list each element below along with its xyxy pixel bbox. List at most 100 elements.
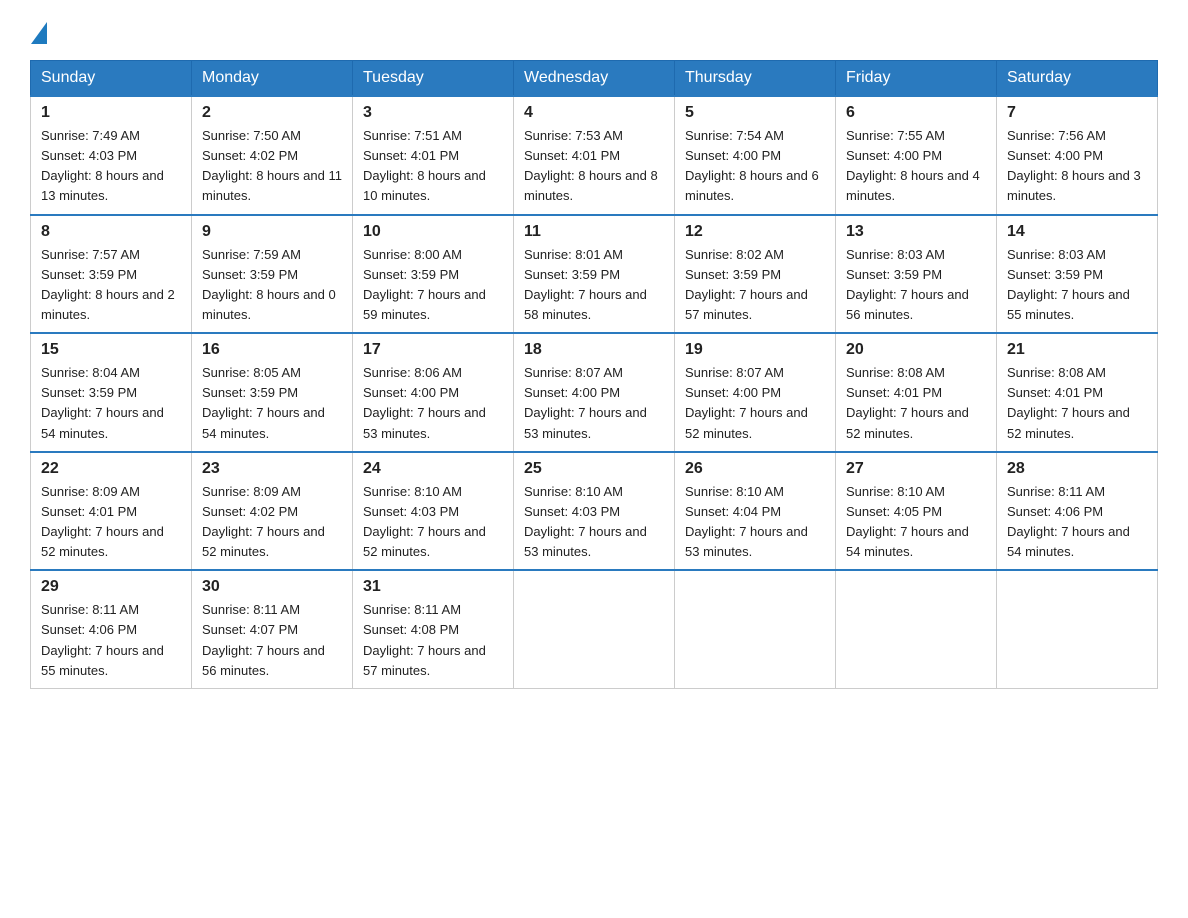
day-number: 14: [1007, 223, 1147, 241]
day-cell: 2 Sunrise: 7:50 AMSunset: 4:02 PMDaylight…: [192, 96, 353, 215]
day-cell: 9 Sunrise: 7:59 AMSunset: 3:59 PMDaylight…: [192, 215, 353, 334]
day-cell: 21 Sunrise: 8:08 AMSunset: 4:01 PMDayligh…: [997, 333, 1158, 452]
day-number: 1: [41, 104, 181, 122]
day-info: Sunrise: 8:08 AMSunset: 4:01 PMDaylight:…: [1007, 363, 1147, 444]
day-number: 3: [363, 104, 503, 122]
day-info: Sunrise: 7:55 AMSunset: 4:00 PMDaylight:…: [846, 126, 986, 207]
day-cell: 6Sunrise: 7:55 AMSunset: 4:00 PMDaylight…: [836, 96, 997, 215]
day-cell: 24 Sunrise: 8:10 AMSunset: 4:03 PMDayligh…: [353, 452, 514, 571]
day-info: Sunrise: 8:03 AMSunset: 3:59 PMDaylight:…: [846, 245, 986, 326]
day-info: Sunrise: 8:07 AMSunset: 4:00 PMDaylight:…: [685, 363, 825, 444]
header-cell-friday: Friday: [836, 61, 997, 97]
day-cell: 27 Sunrise: 8:10 AMSunset: 4:05 PMDayligh…: [836, 452, 997, 571]
day-cell: 13 Sunrise: 8:03 AMSunset: 3:59 PMDayligh…: [836, 215, 997, 334]
header-cell-sunday: Sunday: [31, 61, 192, 97]
day-cell: 18 Sunrise: 8:07 AMSunset: 4:00 PMDayligh…: [514, 333, 675, 452]
day-info: Sunrise: 8:10 AMSunset: 4:03 PMDaylight:…: [524, 482, 664, 563]
day-info: Sunrise: 8:03 AMSunset: 3:59 PMDaylight:…: [1007, 245, 1147, 326]
day-number: 2: [202, 104, 342, 122]
day-cell: 11Sunrise: 8:01 AMSunset: 3:59 PMDayligh…: [514, 215, 675, 334]
day-cell: [675, 570, 836, 688]
day-cell: [997, 570, 1158, 688]
day-number: 16: [202, 341, 342, 359]
logo-triangle-icon: [31, 22, 47, 44]
day-cell: 19 Sunrise: 8:07 AMSunset: 4:00 PMDayligh…: [675, 333, 836, 452]
day-number: 24: [363, 460, 503, 478]
week-row-5: 29 Sunrise: 8:11 AMSunset: 4:06 PMDayligh…: [31, 570, 1158, 688]
day-info: Sunrise: 8:10 AMSunset: 4:03 PMDaylight:…: [363, 482, 503, 563]
day-info: Sunrise: 8:10 AMSunset: 4:05 PMDaylight:…: [846, 482, 986, 563]
day-info: Sunrise: 8:04 AMSunset: 3:59 PMDaylight:…: [41, 363, 181, 444]
day-info: Sunrise: 8:07 AMSunset: 4:00 PMDaylight:…: [524, 363, 664, 444]
day-cell: 26 Sunrise: 8:10 AMSunset: 4:04 PMDayligh…: [675, 452, 836, 571]
day-info: Sunrise: 8:01 AMSunset: 3:59 PMDaylight:…: [524, 245, 664, 326]
day-number: 5: [685, 104, 825, 122]
day-cell: 28Sunrise: 8:11 AMSunset: 4:06 PMDayligh…: [997, 452, 1158, 571]
day-cell: 3 Sunrise: 7:51 AMSunset: 4:01 PMDaylight…: [353, 96, 514, 215]
day-number: 26: [685, 460, 825, 478]
day-cell: 12 Sunrise: 8:02 AMSunset: 3:59 PMDayligh…: [675, 215, 836, 334]
day-cell: 8 Sunrise: 7:57 AMSunset: 3:59 PMDaylight…: [31, 215, 192, 334]
header-cell-saturday: Saturday: [997, 61, 1158, 97]
day-cell: 23 Sunrise: 8:09 AMSunset: 4:02 PMDayligh…: [192, 452, 353, 571]
day-info: Sunrise: 8:10 AMSunset: 4:04 PMDaylight:…: [685, 482, 825, 563]
day-info: Sunrise: 8:08 AMSunset: 4:01 PMDaylight:…: [846, 363, 986, 444]
day-info: Sunrise: 7:51 AMSunset: 4:01 PMDaylight:…: [363, 126, 503, 207]
day-cell: [836, 570, 997, 688]
header-cell-thursday: Thursday: [675, 61, 836, 97]
day-number: 27: [846, 460, 986, 478]
day-number: 29: [41, 578, 181, 596]
day-cell: 22Sunrise: 8:09 AMSunset: 4:01 PMDayligh…: [31, 452, 192, 571]
week-row-4: 22Sunrise: 8:09 AMSunset: 4:01 PMDayligh…: [31, 452, 1158, 571]
day-cell: 4 Sunrise: 7:53 AMSunset: 4:01 PMDaylight…: [514, 96, 675, 215]
day-number: 10: [363, 223, 503, 241]
day-info: Sunrise: 8:05 AMSunset: 3:59 PMDaylight:…: [202, 363, 342, 444]
day-number: 13: [846, 223, 986, 241]
day-number: 23: [202, 460, 342, 478]
day-info: Sunrise: 8:09 AMSunset: 4:02 PMDaylight:…: [202, 482, 342, 563]
header: [30, 20, 1158, 42]
day-info: Sunrise: 7:57 AMSunset: 3:59 PMDaylight:…: [41, 245, 181, 326]
day-cell: 17Sunrise: 8:06 AMSunset: 4:00 PMDayligh…: [353, 333, 514, 452]
header-row: SundayMondayTuesdayWednesdayThursdayFrid…: [31, 61, 1158, 97]
day-number: 7: [1007, 104, 1147, 122]
day-number: 4: [524, 104, 664, 122]
day-cell: 10 Sunrise: 8:00 AMSunset: 3:59 PMDayligh…: [353, 215, 514, 334]
header-cell-wednesday: Wednesday: [514, 61, 675, 97]
day-cell: 14 Sunrise: 8:03 AMSunset: 3:59 PMDayligh…: [997, 215, 1158, 334]
day-number: 9: [202, 223, 342, 241]
header-cell-monday: Monday: [192, 61, 353, 97]
day-info: Sunrise: 7:56 AMSunset: 4:00 PMDaylight:…: [1007, 126, 1147, 207]
day-info: Sunrise: 7:50 AMSunset: 4:02 PMDaylight:…: [202, 126, 342, 207]
day-number: 17: [363, 341, 503, 359]
day-cell: 20 Sunrise: 8:08 AMSunset: 4:01 PMDayligh…: [836, 333, 997, 452]
header-cell-tuesday: Tuesday: [353, 61, 514, 97]
day-cell: 25Sunrise: 8:10 AMSunset: 4:03 PMDayligh…: [514, 452, 675, 571]
day-cell: [514, 570, 675, 688]
day-cell: 5 Sunrise: 7:54 AMSunset: 4:00 PMDaylight…: [675, 96, 836, 215]
day-number: 21: [1007, 341, 1147, 359]
day-number: 12: [685, 223, 825, 241]
day-info: Sunrise: 8:11 AMSunset: 4:08 PMDaylight:…: [363, 600, 503, 681]
day-info: Sunrise: 7:59 AMSunset: 3:59 PMDaylight:…: [202, 245, 342, 326]
day-info: Sunrise: 7:53 AMSunset: 4:01 PMDaylight:…: [524, 126, 664, 207]
day-number: 20: [846, 341, 986, 359]
day-number: 28: [1007, 460, 1147, 478]
week-row-2: 8 Sunrise: 7:57 AMSunset: 3:59 PMDaylight…: [31, 215, 1158, 334]
day-info: Sunrise: 8:02 AMSunset: 3:59 PMDaylight:…: [685, 245, 825, 326]
day-info: Sunrise: 8:11 AMSunset: 4:07 PMDaylight:…: [202, 600, 342, 681]
day-cell: 7 Sunrise: 7:56 AMSunset: 4:00 PMDaylight…: [997, 96, 1158, 215]
day-number: 31: [363, 578, 503, 596]
logo: [30, 20, 48, 42]
day-info: Sunrise: 7:54 AMSunset: 4:00 PMDaylight:…: [685, 126, 825, 207]
day-info: Sunrise: 8:00 AMSunset: 3:59 PMDaylight:…: [363, 245, 503, 326]
week-row-3: 15Sunrise: 8:04 AMSunset: 3:59 PMDayligh…: [31, 333, 1158, 452]
day-cell: 29 Sunrise: 8:11 AMSunset: 4:06 PMDayligh…: [31, 570, 192, 688]
day-info: Sunrise: 8:11 AMSunset: 4:06 PMDaylight:…: [41, 600, 181, 681]
day-number: 18: [524, 341, 664, 359]
week-row-1: 1Sunrise: 7:49 AMSunset: 4:03 PMDaylight…: [31, 96, 1158, 215]
day-cell: 1Sunrise: 7:49 AMSunset: 4:03 PMDaylight…: [31, 96, 192, 215]
day-number: 8: [41, 223, 181, 241]
day-number: 19: [685, 341, 825, 359]
day-cell: 16 Sunrise: 8:05 AMSunset: 3:59 PMDayligh…: [192, 333, 353, 452]
